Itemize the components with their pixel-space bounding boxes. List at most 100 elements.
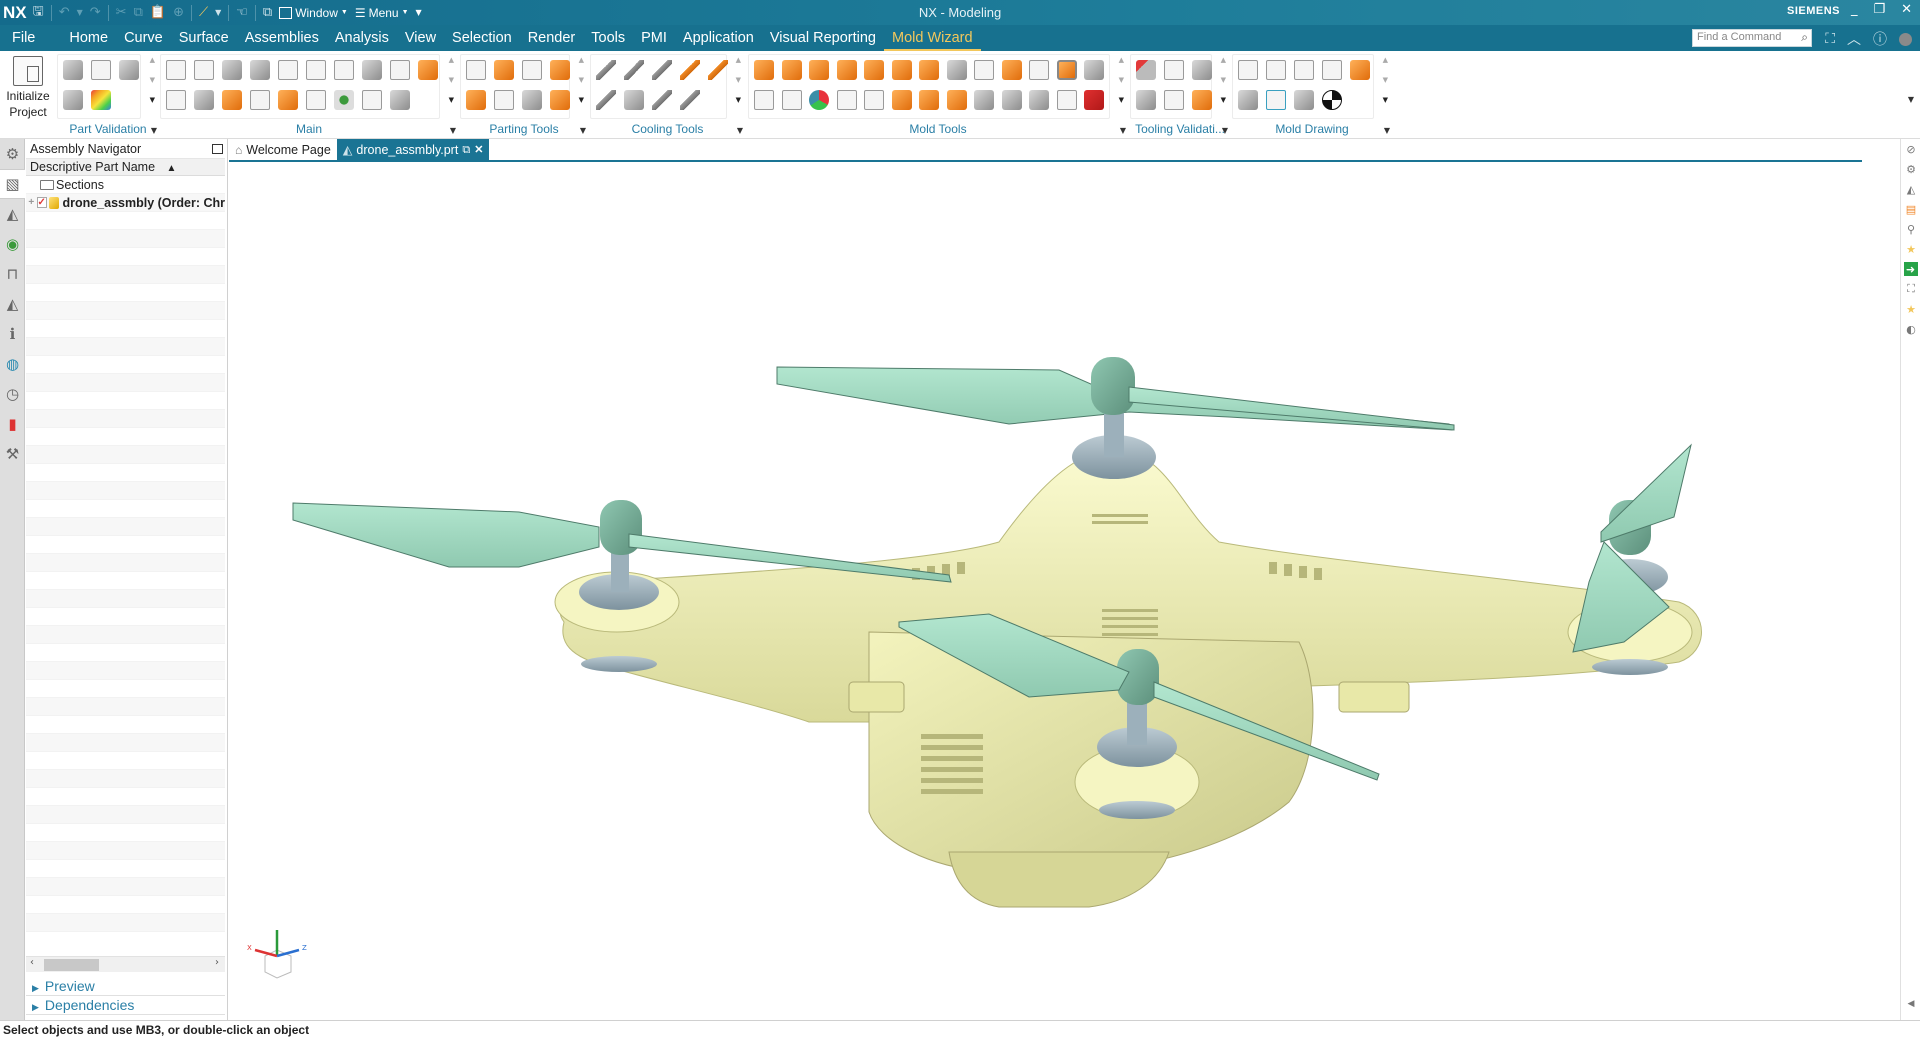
menu-home[interactable]: Home — [61, 25, 116, 51]
brush-icon[interactable]: ⟋ — [199, 5, 208, 20]
part-icon[interactable]: ◭ — [1901, 179, 1920, 199]
menu-mold-wizard[interactable]: Mold Wizard — [883, 25, 981, 51]
measure-icon[interactable]: ⚲ — [1901, 219, 1920, 239]
check-regions-icon[interactable] — [63, 60, 83, 80]
slide-motion-icon[interactable] — [1192, 90, 1212, 110]
parting-surface-icon[interactable] — [919, 60, 939, 80]
slider-lifter-icon[interactable] — [418, 60, 438, 80]
cooling-fitting-report-icon[interactable] — [680, 90, 700, 110]
tab-drone-assembly[interactable]: ◭ drone_assmbly.prt ⧉ ✕ — [336, 139, 490, 161]
interference-check-icon[interactable] — [1136, 60, 1156, 80]
detach-tab-icon[interactable]: ⧉ — [462, 139, 470, 161]
maximize-panel-icon[interactable] — [212, 143, 223, 154]
wave-link-icon[interactable] — [754, 90, 774, 110]
group-dropdown-icon[interactable]: ▼ — [151, 126, 157, 135]
undo-dropdown-icon[interactable]: ▼ — [77, 8, 83, 17]
backup-parting-icon[interactable] — [522, 90, 542, 110]
define-cavity-core-icon[interactable] — [550, 60, 570, 80]
tree-row-drone-assembly[interactable]: + ✓ drone_assmbly (Order: Chr — [26, 194, 225, 212]
mold-csys-icon[interactable] — [166, 60, 186, 80]
runner-icon[interactable] — [278, 90, 298, 110]
assembly-drawing-icon[interactable] — [1238, 60, 1258, 80]
menu-assemblies[interactable]: Assemblies — [237, 25, 327, 51]
solid-patch-icon[interactable] — [919, 90, 939, 110]
scroll-up-icon[interactable]: ▲ — [150, 56, 155, 64]
group-dropdown-icon[interactable]: ▼ — [450, 126, 456, 135]
menu-button[interactable]: ☰ Menu ▼ — [355, 6, 409, 20]
group-dropdown-icon[interactable]: ▼ — [737, 126, 743, 135]
favorites-icon[interactable]: ★ — [1901, 239, 1920, 259]
ribbon-options-icon[interactable]: ▼ — [1908, 95, 1914, 104]
scroll-up-icon[interactable]: ▲ — [1119, 56, 1124, 64]
copy-files-icon[interactable] — [864, 90, 884, 110]
design-parting-surface-icon[interactable] — [522, 60, 542, 80]
navigator-horizontal-scrollbar[interactable]: ‹ › — [26, 956, 225, 972]
user-avatar[interactable] — [1899, 32, 1912, 46]
cooling-fitting-icon[interactable] — [652, 60, 672, 80]
fit-view-icon[interactable]: ⛶ — [1901, 279, 1920, 299]
scroll-left-icon[interactable]: ‹ — [30, 957, 34, 968]
gallery-expand-icon[interactable]: ▼ — [1221, 96, 1226, 104]
cooling-table-icon[interactable] — [1266, 90, 1286, 110]
motion-simulation-icon[interactable] — [1164, 60, 1184, 80]
check-regions-parting-icon[interactable] — [466, 60, 486, 80]
datum-target-icon[interactable] — [1322, 90, 1342, 110]
mold-parting-tools-icon[interactable] — [466, 90, 486, 110]
cooling-tools-icon[interactable] — [596, 90, 616, 110]
trim-solid-icon[interactable] — [809, 60, 829, 80]
label-view-icon[interactable] — [1294, 90, 1314, 110]
scroll-up-icon[interactable]: ▲ — [736, 56, 741, 64]
menu-application[interactable]: Application — [675, 25, 762, 51]
hole-table-icon[interactable] — [1294, 60, 1314, 80]
scrollbar-thumb[interactable] — [44, 959, 99, 971]
touch-mode-icon[interactable]: ☜ — [236, 5, 248, 20]
extend-channel-icon[interactable] — [680, 60, 700, 80]
menu-curve[interactable]: Curve — [116, 25, 171, 51]
drone-model[interactable]: X Z — [229, 162, 1899, 1020]
brush-dropdown-icon[interactable]: ▼ — [215, 8, 221, 17]
tab-welcome-page[interactable]: ⌂ Welcome Page — [229, 139, 337, 161]
collapse-ribbon-icon[interactable]: ︿ — [1847, 29, 1861, 49]
hole-manufacturing-note-icon[interactable] — [1350, 60, 1370, 80]
assembly-navigator-tab-icon[interactable]: ▧ — [0, 169, 25, 199]
menu-surface[interactable]: Surface — [171, 25, 237, 51]
favorites-2-icon[interactable]: ★ — [1901, 299, 1920, 319]
replace-solid-icon[interactable] — [836, 60, 857, 80]
patch-surface-icon[interactable] — [946, 60, 967, 80]
component-drawing-icon[interactable] — [1266, 60, 1286, 80]
edge-patch-icon[interactable] — [946, 90, 967, 110]
close-button[interactable]: ✕ — [1901, 2, 1912, 17]
resource-bar-settings-icon[interactable]: ⚙ — [0, 139, 25, 169]
find-command-input[interactable]: Find a Command ⌕ — [1692, 29, 1812, 47]
dependencies-section[interactable]: ▶ Dependencies — [26, 996, 225, 1015]
csys-icon[interactable] — [194, 60, 214, 80]
attributes-icon[interactable]: ▤ — [1901, 199, 1920, 219]
view-manager-tab-icon[interactable]: ◉ — [0, 229, 25, 259]
scroll-down-icon[interactable]: ▼ — [579, 76, 584, 84]
paste-icon[interactable]: 📋 — [150, 5, 166, 20]
render-style-icon[interactable]: ◐ — [1901, 319, 1920, 339]
gallery-expand-icon[interactable]: ▼ — [449, 96, 454, 104]
scroll-right-icon[interactable]: › — [215, 957, 219, 968]
graphics-window[interactable]: X Z — [229, 162, 1899, 1020]
expand-icon[interactable]: + — [26, 194, 37, 211]
window-menu[interactable]: Window ▼ — [279, 6, 348, 20]
history-tab-icon[interactable]: ◷ — [0, 379, 25, 409]
design-parting-surface-check-icon[interactable] — [91, 60, 111, 80]
redo-icon[interactable]: ↷ — [90, 5, 101, 20]
menu-visual-reporting[interactable]: Visual Reporting — [762, 25, 884, 51]
standard-part-icon[interactable] — [334, 60, 354, 80]
menu-render[interactable]: Render — [520, 25, 584, 51]
group-dropdown-icon[interactable]: ▼ — [1384, 126, 1390, 135]
scroll-down-icon[interactable]: ▼ — [1383, 76, 1388, 84]
preview-section[interactable]: ▶ Preview — [26, 977, 225, 996]
menu-analysis[interactable]: Analysis — [327, 25, 397, 51]
switch-window-icon[interactable]: ⧉ — [263, 5, 272, 20]
mold-tools-icon[interactable] — [974, 60, 994, 80]
info-tab-icon[interactable]: ℹ — [0, 319, 25, 349]
next-arrow-icon[interactable]: ➜ — [1903, 262, 1918, 276]
ejector-check-icon[interactable] — [1136, 90, 1156, 110]
restore-button[interactable]: ❐ — [1873, 2, 1885, 17]
scroll-up-icon[interactable]: ▲ — [1383, 56, 1388, 64]
hole-patch-icon[interactable] — [1084, 60, 1104, 80]
